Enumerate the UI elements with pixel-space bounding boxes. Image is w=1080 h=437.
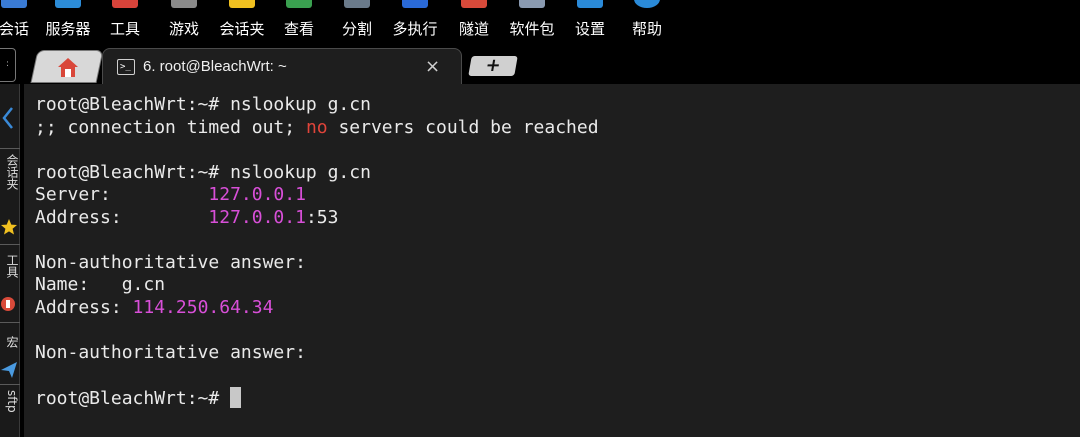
menu-item-packages[interactable]: 软件包	[502, 0, 562, 46]
tunnel-icon	[461, 0, 487, 8]
collapse-arrows-icon[interactable]	[0, 106, 18, 130]
multiexec-icon	[402, 0, 428, 8]
tab-title: 6. root@BleachWrt: ~	[143, 58, 287, 75]
server-icon	[55, 0, 81, 8]
star-icon	[229, 0, 255, 8]
terminal-text-segment: 114.250.64.34	[132, 296, 274, 318]
tab-bar: : >_ 6. root@BleachWrt: ~ × +	[0, 46, 1080, 84]
terminal-line: Non-authoritative answer:	[35, 252, 599, 275]
sidebar-tab-sessions[interactable]: 会话夹	[2, 154, 19, 214]
terminal-line: Server: 127.0.0.1	[35, 184, 599, 207]
menu-label-sessions-folder: 会话夹	[219, 20, 265, 38]
menu-label-split: 分割	[341, 20, 372, 38]
sidebar-tab-sftp[interactable]: sftp	[2, 390, 19, 436]
menu-label-games: 游戏	[168, 20, 199, 38]
sidebar-tab-macros[interactable]: 宏	[2, 336, 19, 358]
menu-label-help: 帮助	[631, 20, 662, 38]
terminal-line: Address: 114.250.64.34	[35, 297, 599, 320]
terminal-text-segment: root@BleachWrt:~# nslookup g.cn	[35, 94, 371, 115]
close-icon[interactable]: ×	[425, 56, 440, 77]
gear-icon	[577, 0, 603, 8]
menu-label-settings: 设置	[574, 20, 605, 38]
menu-item-split[interactable]: 分割	[334, 0, 380, 46]
terminal-text-segment: Address:	[35, 296, 133, 318]
terminal-text-segment: Name: g.cn	[35, 274, 166, 295]
terminal-text-segment: servers could be reached	[327, 116, 599, 138]
split-icon	[344, 0, 370, 8]
terminal-text-segment: 127.0.0.1	[208, 206, 306, 228]
menu-label-packages: 软件包	[509, 20, 555, 38]
tools-icon	[1, 297, 15, 311]
terminal-line: Name: g.cn	[35, 274, 599, 297]
menu-item-help[interactable]: 帮助	[624, 0, 670, 46]
menu-item-servers[interactable]: 服务器	[38, 0, 98, 46]
terminal-pane[interactable]: root@BleachWrt:~# nslookup g.cn;; connec…	[24, 84, 1080, 437]
session-icon	[1, 0, 27, 8]
sidebar-tab-tools[interactable]: 工具	[2, 254, 19, 294]
terminal-text-segment: 127.0.0.1	[208, 184, 306, 205]
terminal-line: root@BleachWrt:~#	[35, 386, 599, 410]
menu-label-tools: 工具	[109, 20, 140, 38]
terminal-line: ;; connection timed out; no servers coul…	[35, 117, 599, 140]
package-icon	[519, 0, 545, 8]
sidebar-divider	[0, 148, 20, 149]
home-icon	[58, 58, 78, 77]
terminal-text-segment: Address:	[35, 206, 209, 228]
terminal-text-segment: Server:	[35, 184, 209, 205]
menu-label-servers: 服务器	[45, 20, 91, 38]
side-panel: 会话夹 工具 宏 sftp	[0, 84, 20, 437]
menu-item-settings[interactable]: 设置	[567, 0, 613, 46]
terminal-text-segment: root@BleachWrt:~#	[35, 387, 231, 409]
menu-item-multiexec[interactable]: 多执行	[385, 0, 445, 46]
sidebar-divider	[0, 244, 20, 245]
gamepad-icon	[171, 0, 197, 8]
terminal-text-segment: root@BleachWrt:~# nslookup g.cn	[35, 161, 371, 183]
menu-label-multiexec: 多执行	[392, 20, 438, 38]
terminal-icon: >_	[117, 59, 135, 75]
tools-icon	[112, 0, 138, 8]
help-icon	[634, 0, 660, 8]
terminal-line: Non-authoritative answer:	[35, 342, 599, 365]
terminal-text-segment: no	[305, 116, 328, 138]
terminal-line: Address: 127.0.0.1:53	[35, 207, 599, 230]
menu-item-tunnels[interactable]: 隧道	[451, 0, 497, 46]
tab-active-terminal[interactable]: >_ 6. root@BleachWrt: ~ ×	[102, 48, 462, 84]
new-tab-button[interactable]: +	[468, 55, 518, 76]
terminal-line: root@BleachWrt:~# nslookup g.cn	[35, 94, 599, 117]
menu-item-games[interactable]: 游戏	[161, 0, 207, 46]
terminal-line: root@BleachWrt:~# nslookup g.cn	[35, 162, 599, 185]
terminal-text-segment: Non-authoritative answer:	[35, 251, 306, 273]
menu-label-view: 查看	[283, 20, 314, 38]
terminal-text-segment: ;; connection timed out;	[35, 116, 306, 138]
star-icon	[1, 219, 17, 235]
view-icon	[286, 0, 312, 8]
sidebar-toggle-button[interactable]: :	[0, 48, 16, 82]
paper-plane-icon	[1, 362, 17, 378]
menu-item-tools[interactable]: 工具	[102, 0, 148, 46]
terminal-text-segment: Non-authoritative answer:	[35, 341, 306, 363]
menu-item-sessions-folder[interactable]: 会话夹	[212, 0, 272, 46]
sidebar-divider	[0, 384, 20, 385]
menubar: 会话 服务器 工具 游戏 会话夹 查看 分割 多执行 隧道 软件包 设置 帮助	[0, 0, 1080, 46]
menu-label-tunnels: 隧道	[458, 20, 489, 38]
menu-item-view[interactable]: 查看	[276, 0, 322, 46]
terminal-output: root@BleachWrt:~# nslookup g.cn;; connec…	[35, 94, 599, 409]
terminal-text-segment: :53	[305, 206, 339, 228]
sidebar-divider	[0, 322, 20, 323]
terminal-cursor	[230, 386, 242, 408]
